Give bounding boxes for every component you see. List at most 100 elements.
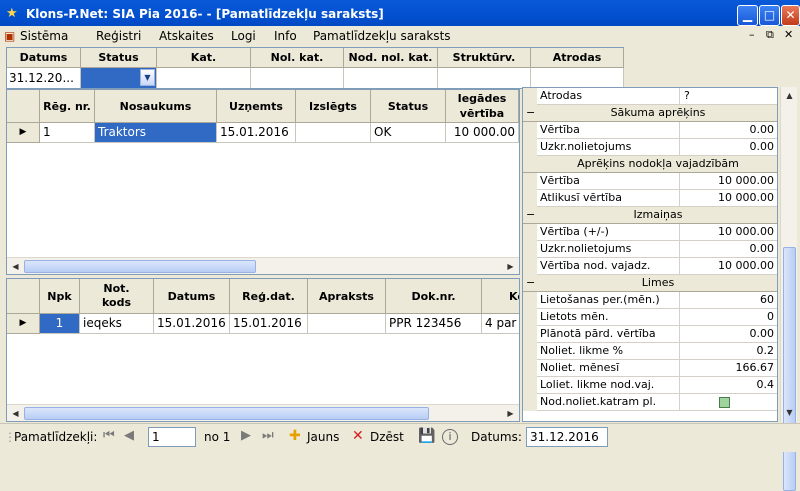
scroll-thumb[interactable] — [783, 247, 796, 491]
property-row[interactable]: Uzkr.nolietojums 0.00 — [523, 139, 777, 156]
info-icon[interactable]: i — [442, 429, 458, 445]
assets-cell[interactable]: 10 000.00 — [446, 123, 519, 143]
last-record-icon[interactable]: ⏭ — [262, 428, 274, 443]
record-position-input[interactable]: 1 — [148, 427, 196, 447]
events-cell[interactable]: 1 — [40, 314, 80, 334]
scroll-thumb[interactable] — [24, 407, 429, 420]
add-icon[interactable]: ✚ — [289, 428, 301, 444]
filter-status-combo[interactable]: ▼ — [81, 68, 157, 88]
events-cell[interactable]: 15.01.2016 — [230, 314, 308, 334]
scroll-right-icon[interactable]: ▶ — [503, 407, 518, 420]
property-row[interactable]: Vērtība 0.00 — [523, 122, 777, 139]
events-cell[interactable]: 15.01.2016 — [154, 314, 230, 334]
property-category[interactable]: − Izmaiņas — [523, 207, 777, 224]
menu-logi[interactable]: Logi — [231, 29, 256, 43]
assets-col-iegades-vertiba[interactable]: Iegādes vērtība — [446, 90, 519, 123]
scroll-thumb[interactable] — [24, 260, 256, 273]
property-value[interactable]: 60 — [681, 292, 777, 309]
filter-nod-nol-kat-input[interactable] — [344, 68, 438, 88]
filter-strukturv-input[interactable] — [438, 68, 531, 88]
maximize-button[interactable]: □ — [759, 5, 780, 26]
property-row[interactable]: Vērtība nod. vajadz. 10 000.00 — [523, 258, 777, 275]
filter-nol-kat-input[interactable] — [251, 68, 344, 88]
events-cell[interactable]: ieqeks — [80, 314, 154, 334]
property-row[interactable]: Atlikusī vērtība 10 000.00 — [523, 190, 777, 207]
assets-cell[interactable]: Traktors — [95, 123, 217, 143]
minimize-button[interactable]: ▁ — [737, 5, 758, 26]
property-row[interactable]: Vērtība 10 000.00 — [523, 173, 777, 190]
property-row[interactable]: Plānotā pārd. vērtība 0.00 — [523, 326, 777, 343]
chevron-down-icon[interactable]: ▼ — [140, 69, 155, 86]
events-col-dok-nr[interactable]: Dok.nr. — [386, 279, 482, 314]
assets-cell[interactable]: 15.01.2016 — [217, 123, 296, 143]
checkbox-icon[interactable] — [719, 396, 730, 408]
filter-kat-input[interactable] — [157, 68, 251, 88]
events-cell[interactable]: 4 par — [482, 314, 519, 334]
property-row[interactable]: Lietošanas per.(mēn.) 60 — [523, 292, 777, 309]
assets-cell[interactable] — [296, 123, 371, 143]
menu-info[interactable]: Info — [274, 29, 297, 43]
events-col-npk[interactable]: Npk — [40, 279, 80, 314]
property-row[interactable]: Noliet. likme % 0.2 — [523, 343, 777, 360]
assets-cell[interactable]: 1 — [40, 123, 95, 143]
events-col-apraksts[interactable]: Apraksts — [308, 279, 386, 314]
assets-cell[interactable]: OK — [371, 123, 446, 143]
assets-col-nosaukums[interactable]: Nosaukums — [95, 90, 217, 123]
new-button[interactable]: Jauns — [307, 430, 339, 444]
property-row[interactable]: Nod.noliet.katram pl. — [523, 394, 777, 411]
scroll-up-icon[interactable]: ▲ — [782, 88, 797, 103]
property-value[interactable]: 10 000.00 — [681, 190, 777, 207]
assets-horizontal-scrollbar[interactable]: ◀ ▶ — [7, 257, 519, 274]
property-value[interactable]: 0.00 — [681, 241, 777, 258]
filter-atrodas-input[interactable] — [531, 68, 624, 88]
delete-icon[interactable]: ✕ — [352, 428, 364, 444]
property-value[interactable]: 166.67 — [681, 360, 777, 377]
previous-record-icon[interactable]: ◀ — [124, 428, 134, 443]
property-vertical-scrollbar[interactable]: ▲ ▼ — [780, 87, 797, 491]
assets-col-reg-nr[interactable]: Rēg. nr. — [40, 90, 95, 123]
property-value[interactable]: 0.00 — [681, 326, 777, 343]
menu-registri[interactable]: Reģistri — [96, 29, 141, 43]
property-value[interactable]: 0.2 — [681, 343, 777, 360]
collapse-icon[interactable]: − — [526, 207, 535, 223]
mdi-restore-icon[interactable]: ⧉ — [766, 28, 774, 42]
menu-sistema[interactable]: Sistēma — [20, 29, 68, 43]
menu-app-icon[interactable]: ▣ — [4, 29, 15, 43]
next-record-icon[interactable]: ▶ — [241, 428, 251, 443]
property-value[interactable]: 0.00 — [681, 122, 777, 139]
first-record-icon[interactable]: ⏮ — [103, 428, 115, 443]
property-row[interactable]: Noliet. mēnesī 166.67 — [523, 360, 777, 377]
property-value[interactable] — [681, 394, 777, 411]
property-category[interactable]: Aprēķins nodokļa vajadzībām — [523, 156, 777, 173]
scroll-down-icon[interactable]: ▼ — [782, 405, 797, 420]
date-input[interactable]: 31.12.2016 — [526, 427, 608, 447]
scroll-right-icon[interactable]: ▶ — [503, 260, 518, 273]
events-cell[interactable] — [308, 314, 386, 334]
property-value[interactable]: 10 000.00 — [681, 173, 777, 190]
collapse-icon[interactable]: − — [526, 105, 535, 121]
property-row[interactable]: Loliet. likme nod.vaj. 0.4 — [523, 377, 777, 394]
property-value[interactable]: 10 000.00 — [681, 258, 777, 275]
events-cell[interactable]: PPR 123456 — [386, 314, 482, 334]
property-value[interactable]: 0 — [681, 309, 777, 326]
property-value[interactable]: 0.4 — [681, 377, 777, 394]
scroll-left-icon[interactable]: ◀ — [8, 407, 23, 420]
collapse-icon[interactable]: − — [526, 275, 535, 291]
assets-col-status[interactable]: Status — [371, 90, 446, 123]
property-value[interactable]: 10 000.00 — [681, 224, 777, 241]
close-button[interactable]: ✕ — [781, 5, 800, 26]
mdi-close-icon[interactable]: ✕ — [784, 28, 793, 41]
property-category[interactable]: − Limes — [523, 275, 777, 292]
events-col-datums[interactable]: Datums — [154, 279, 230, 314]
filter-datums-input[interactable]: 31.12.20... — [7, 68, 81, 88]
assets-col-uznemts[interactable]: Uzņemts — [217, 90, 296, 123]
events-col-ke[interactable]: Ke — [482, 279, 519, 314]
scroll-left-icon[interactable]: ◀ — [8, 260, 23, 273]
property-row[interactable]: Vērtība (+/-) 10 000.00 — [523, 224, 777, 241]
property-row-atrodas[interactable]: Atrodas ? — [523, 88, 777, 105]
events-col-not-kods[interactable]: Not. kods — [80, 279, 154, 314]
menu-pamatlidzeklu-saraksts[interactable]: Pamatlīdzekļu saraksts — [313, 29, 451, 43]
menu-atskaites[interactable]: Atskaites — [159, 29, 214, 43]
property-value[interactable]: ? — [681, 88, 777, 105]
events-col-reg-dat[interactable]: Reģ.dat. — [230, 279, 308, 314]
